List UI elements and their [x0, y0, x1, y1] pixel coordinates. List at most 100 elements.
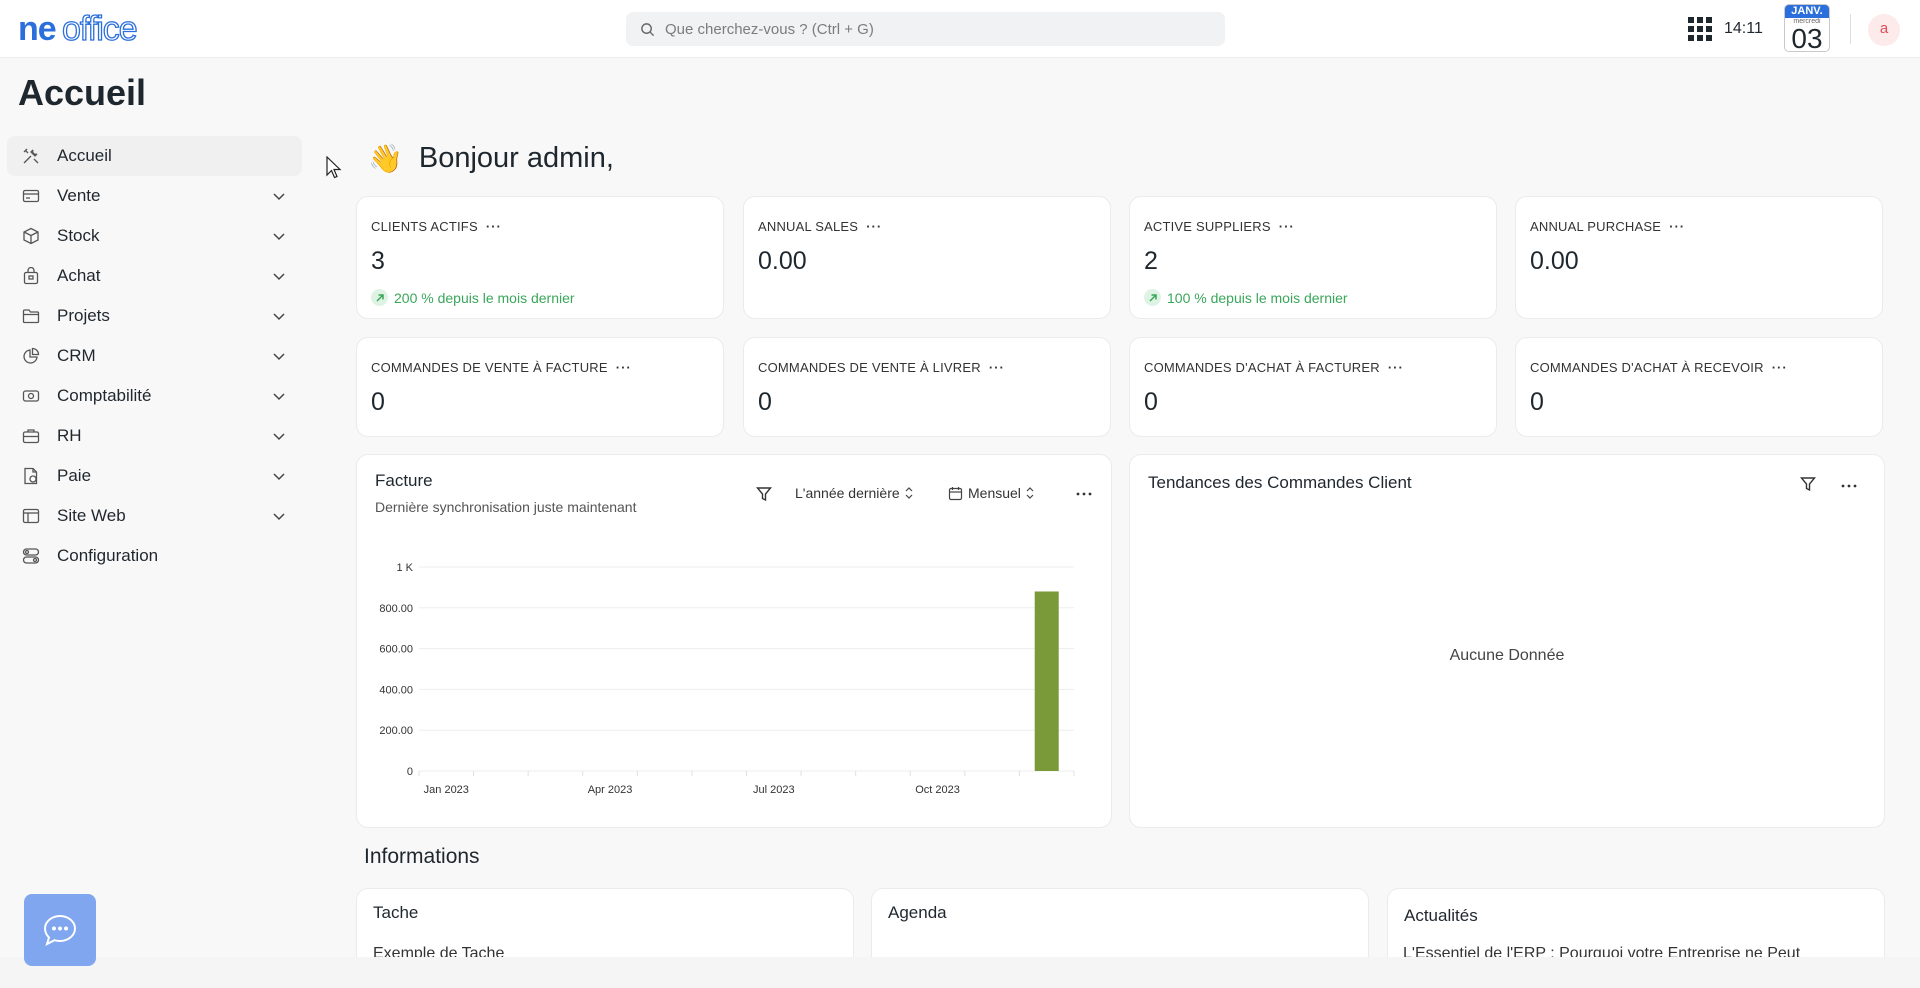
mouse-cursor-icon	[326, 156, 342, 179]
bottom-strip	[0, 957, 1920, 988]
page-title: Accueil	[18, 72, 147, 113]
divider	[1850, 14, 1851, 44]
chevron-down-icon[interactable]	[271, 228, 287, 244]
trends-title: Tendances des Commandes Client	[1148, 473, 1412, 492]
y-tick-label: 1 K	[396, 562, 413, 574]
sidebar-item-label: Vente	[57, 186, 101, 205]
chevron-down-icon[interactable]	[271, 428, 287, 444]
facture-bar-chart: 0 200.00 400.00 600.00 800.00 1 K Jan 2023 Apr …	[379, 562, 1075, 796]
more-icon[interactable]: ···	[1388, 360, 1404, 375]
y-tick-label: 800.00	[379, 603, 413, 615]
metric-value: 0.00	[1530, 247, 1579, 275]
more-icon[interactable]: ···	[1669, 219, 1685, 234]
avatar[interactable]: a	[1868, 14, 1900, 46]
filter-icon[interactable]	[1800, 476, 1816, 492]
metric-value: 3	[371, 247, 385, 275]
more-icon[interactable]: ···	[616, 360, 632, 375]
metric-value: 0.00	[758, 247, 807, 275]
bag-icon	[21, 266, 41, 286]
chat-button[interactable]	[24, 894, 96, 966]
svg-text:ne: ne	[18, 12, 56, 48]
sidebar-item-stock[interactable]: Stock	[7, 216, 302, 256]
sidebar-item-configuration[interactable]: Configuration	[7, 536, 302, 576]
metric-card-achats-a-recevoir[interactable]: COMMANDES D'ACHAT À RECEVOIR ··· 0	[1515, 337, 1883, 437]
x-tick-label: Jul 2023	[753, 784, 795, 796]
metric-card-ventes-a-facturer[interactable]: COMMANDES DE VENTE À FACTURE ··· 0	[356, 337, 724, 437]
facture-chart-card: Facture Dernière synchronisation juste m…	[356, 454, 1112, 828]
chevron-down-icon[interactable]	[271, 468, 287, 484]
sidebar-item-projets[interactable]: Projets	[7, 296, 302, 336]
toggles-icon	[21, 546, 41, 566]
browser-icon	[21, 506, 41, 526]
sidebar-item-rh[interactable]: RH	[7, 416, 302, 456]
chevron-down-icon[interactable]	[271, 308, 287, 324]
metric-card-annual-sales[interactable]: ANNUAL SALES ··· 0.00	[743, 196, 1111, 319]
metric-trend: 200 % depuis le mois dernier	[371, 289, 575, 306]
sidebar-item-vente[interactable]: Vente	[7, 176, 302, 216]
search-icon	[641, 22, 655, 36]
y-tick-label: 600.00	[379, 644, 413, 656]
neoffice-logo[interactable]: ne office	[18, 12, 166, 48]
briefcase-icon	[21, 426, 41, 446]
metric-value: 0	[1530, 388, 1544, 416]
x-tick-label: Jan 2023	[424, 784, 469, 796]
payroll-icon	[21, 466, 41, 486]
metric-label: ACTIVE SUPPLIERS ···	[1144, 219, 1295, 234]
more-icon[interactable]: ···	[486, 219, 502, 234]
no-data-message: Aucune Donnée	[1449, 647, 1565, 664]
waving-hand-icon: 👋	[368, 143, 403, 174]
metric-card-ventes-a-livrer[interactable]: COMMANDES DE VENTE À LIVRER ··· 0	[743, 337, 1111, 437]
metric-label: COMMANDES D'ACHAT À RECEVOIR ···	[1530, 360, 1788, 375]
search-bar[interactable]	[626, 12, 1225, 46]
metric-value: 0	[371, 388, 385, 416]
metric-card-annual-purchase[interactable]: ANNUAL PURCHASE ··· 0.00	[1515, 196, 1883, 319]
svg-text:office: office	[62, 12, 137, 48]
chevron-down-icon[interactable]	[271, 348, 287, 364]
pie-icon	[21, 346, 41, 366]
sidebar-item-paie[interactable]: Paie	[7, 456, 302, 496]
chevron-down-icon[interactable]	[271, 268, 287, 284]
sidebar-item-label: Projets	[57, 306, 110, 325]
top-bar: ne office 14:11 JANV. mercredi 03 a	[0, 0, 1920, 58]
metric-value: 0	[758, 388, 772, 416]
more-icon[interactable]: ···	[1772, 360, 1788, 375]
apps-grid-icon[interactable]	[1688, 17, 1712, 41]
sidebar-item-label: CRM	[57, 346, 96, 365]
sidebar-item-label: Achat	[57, 266, 101, 285]
sidebar-item-site-web[interactable]: Site Web	[7, 496, 302, 536]
sidebar-item-achat[interactable]: Achat	[7, 256, 302, 296]
sidebar: Accueil Vente Stock Achat Projets CRM Co…	[7, 136, 302, 576]
metric-card-clients-actifs[interactable]: CLIENTS ACTIFS ··· 3 200 % depuis le mois…	[356, 196, 724, 319]
sidebar-item-label: RH	[57, 426, 82, 445]
chevron-down-icon[interactable]	[271, 188, 287, 204]
trends-card: Tendances des Commandes Client Aucune Do…	[1129, 454, 1885, 828]
metric-label: ANNUAL PURCHASE ···	[1530, 219, 1686, 234]
more-horizontal-icon[interactable]	[1841, 483, 1857, 489]
clock: 14:11	[1724, 20, 1763, 37]
arrow-up-right-icon	[371, 289, 388, 306]
sidebar-item-label: Configuration	[57, 546, 159, 565]
search-input[interactable]	[665, 20, 1205, 38]
metric-value: 2	[1144, 247, 1158, 275]
sidebar-item-accueil[interactable]: Accueil	[7, 136, 302, 176]
card-icon	[21, 186, 41, 206]
sidebar-item-label: Comptabilité	[57, 386, 152, 405]
y-tick-label: 200.00	[379, 725, 413, 737]
sidebar-item-label: Stock	[57, 226, 100, 245]
chevron-down-icon[interactable]	[271, 388, 287, 404]
metric-card-achats-a-facturer[interactable]: COMMANDES D'ACHAT À FACTURER ··· 0	[1129, 337, 1497, 437]
chat-bubble-icon	[43, 914, 77, 946]
sidebar-item-comptabilite[interactable]: Comptabilité	[7, 376, 302, 416]
tools-icon	[21, 146, 41, 166]
greeting: 👋 Bonjour admin,	[368, 142, 614, 175]
metric-label: COMMANDES DE VENTE À FACTURE ···	[371, 360, 632, 375]
metric-card-active-suppliers[interactable]: ACTIVE SUPPLIERS ··· 2 100 % depuis le mo…	[1129, 196, 1497, 319]
more-icon[interactable]: ···	[989, 360, 1005, 375]
more-icon[interactable]: ···	[1279, 219, 1295, 234]
metric-trend-text: 200 % depuis le mois dernier	[394, 289, 575, 306]
metric-label: ANNUAL SALES ···	[758, 219, 883, 234]
more-icon[interactable]: ···	[866, 219, 882, 234]
sidebar-item-crm[interactable]: CRM	[7, 336, 302, 376]
calendar-icon[interactable]: JANV. mercredi 03	[1784, 4, 1830, 52]
chevron-down-icon[interactable]	[271, 508, 287, 524]
